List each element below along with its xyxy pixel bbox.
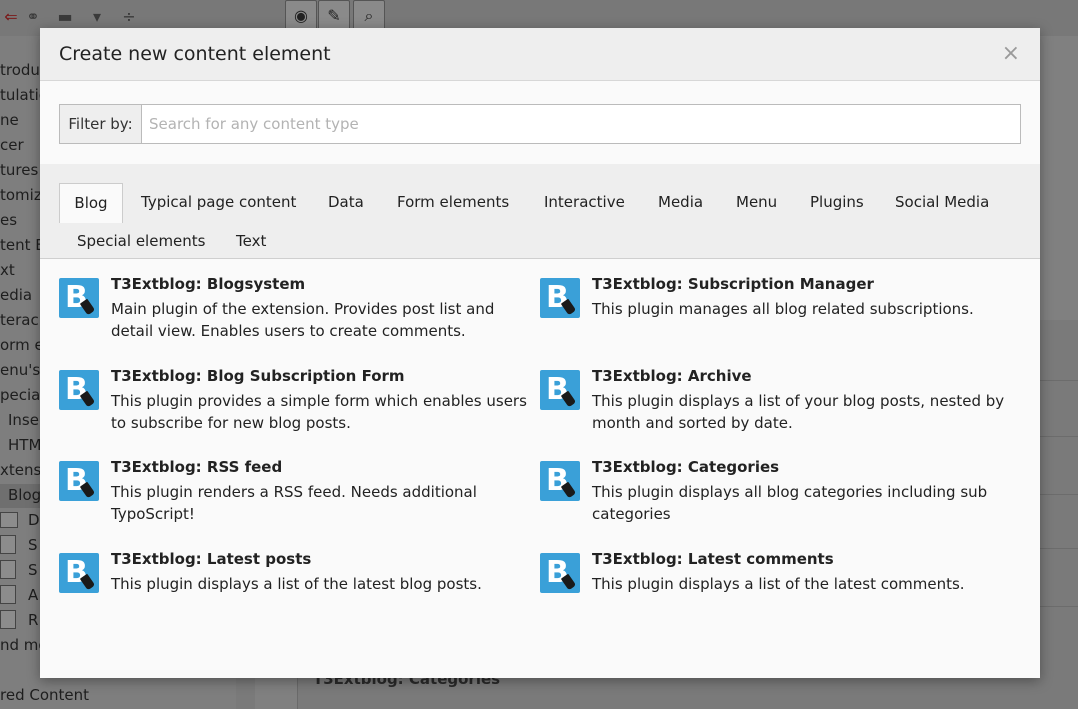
item-description: Main plugin of the extension. Provides p… bbox=[111, 300, 495, 340]
filter-label: Filter by: bbox=[59, 104, 141, 144]
tab-media[interactable]: Media bbox=[658, 183, 703, 222]
tree-row[interactable]: tomiz bbox=[0, 183, 42, 208]
page-icon bbox=[0, 585, 16, 604]
tree-row[interactable]: D bbox=[28, 508, 40, 533]
tab-interactive[interactable]: Interactive bbox=[544, 183, 625, 222]
tree-row[interactable]: cer bbox=[0, 133, 24, 158]
blog-plugin-icon: B bbox=[59, 278, 99, 318]
blog-plugin-icon: B bbox=[540, 278, 580, 318]
tree-row[interactable]: red Content bbox=[0, 683, 89, 708]
item-title[interactable]: T3Extblog: Subscription Manager bbox=[592, 275, 874, 293]
tree-row[interactable]: S bbox=[28, 533, 38, 558]
folder-icon[interactable]: ▬ bbox=[54, 6, 76, 28]
blog-plugin-icon: B bbox=[540, 461, 580, 501]
search-input[interactable] bbox=[141, 104, 1021, 144]
filter-area: Filter by: bbox=[40, 81, 1040, 164]
tree-row[interactable]: enu's bbox=[0, 358, 40, 383]
tree-row[interactable]: es bbox=[0, 208, 17, 233]
trash-icon[interactable]: ▾ bbox=[86, 6, 108, 28]
tab-bar: Blog Typical page content Data Form elem… bbox=[40, 164, 1040, 259]
item-title[interactable]: T3Extblog: RSS feed bbox=[111, 458, 282, 476]
tab-plugins[interactable]: Plugins bbox=[810, 183, 864, 222]
page-icon bbox=[0, 610, 16, 629]
new-content-element-modal: Create new content element × Filter by: … bbox=[40, 28, 1040, 678]
blog-plugin-icon: B bbox=[59, 553, 99, 593]
tree-row[interactable]: R bbox=[28, 608, 38, 633]
tab-blog[interactable]: Blog bbox=[59, 183, 123, 223]
item-description: This plugin manages all blog related sub… bbox=[592, 300, 974, 318]
blog-plugin-icon: B bbox=[59, 461, 99, 501]
modal-header: Create new content element × bbox=[40, 28, 1040, 81]
item-description: This plugin displays a list of the lates… bbox=[111, 575, 482, 593]
blog-plugin-icon: B bbox=[540, 370, 580, 410]
tab-typical-page-content[interactable]: Typical page content bbox=[141, 183, 296, 222]
item-title[interactable]: T3Extblog: Blog Subscription Form bbox=[111, 367, 405, 385]
tree-row[interactable]: edia bbox=[0, 283, 32, 308]
tree-row[interactable]: A bbox=[28, 583, 38, 608]
tab-social-media[interactable]: Social Media bbox=[895, 183, 989, 222]
item-title[interactable]: T3Extblog: Latest posts bbox=[111, 550, 311, 568]
tree-row[interactable]: S bbox=[28, 558, 38, 583]
blog-plugin-icon: B bbox=[540, 553, 580, 593]
tree-row[interactable]: orm e bbox=[0, 333, 44, 358]
filter-group: Filter by: bbox=[59, 104, 1021, 144]
item-title[interactable]: T3Extblog: Latest comments bbox=[592, 550, 834, 568]
item-title[interactable]: T3Extblog: Categories bbox=[592, 458, 779, 476]
content-element-list: B T3Extblog: Blogsystem Main plugin of t… bbox=[40, 259, 1040, 677]
tree-row[interactable]: pecial bbox=[0, 383, 45, 408]
page-icon bbox=[0, 535, 16, 554]
tree-row[interactable]: tures bbox=[0, 158, 38, 183]
item-description: This plugin provides a simple form which… bbox=[111, 392, 527, 432]
tree-row[interactable]: tent E bbox=[0, 233, 45, 258]
tree-row[interactable]: Blog bbox=[8, 483, 41, 508]
tree-row[interactable]: terac bbox=[0, 308, 39, 333]
tree-row[interactable]: HTM bbox=[8, 433, 41, 458]
tab-special-elements[interactable]: Special elements bbox=[77, 222, 205, 261]
tab-data[interactable]: Data bbox=[328, 183, 364, 222]
tree-row[interactable]: ne bbox=[0, 108, 19, 133]
modal-title: Create new content element bbox=[59, 43, 331, 65]
tab-text[interactable]: Text bbox=[236, 222, 266, 261]
item-description: This plugin displays all blog categories… bbox=[592, 483, 988, 523]
tab-menu[interactable]: Menu bbox=[736, 183, 777, 222]
folder-icon bbox=[0, 512, 18, 528]
item-description: This plugin displays a list of your blog… bbox=[592, 392, 1005, 432]
close-icon[interactable]: × bbox=[1002, 42, 1020, 66]
link-icon[interactable]: ⚭ bbox=[22, 6, 44, 28]
tree-row[interactable]: xt bbox=[0, 258, 15, 283]
tree-row[interactable]: Inse bbox=[8, 408, 39, 433]
item-description: This plugin displays a list of the lates… bbox=[592, 575, 965, 593]
page-icon bbox=[0, 560, 16, 579]
item-description: This plugin renders a RSS feed. Needs ad… bbox=[111, 483, 477, 523]
blog-plugin-icon: B bbox=[59, 370, 99, 410]
item-title[interactable]: T3Extblog: Archive bbox=[592, 367, 752, 385]
tree-row[interactable]: xtensi bbox=[0, 458, 45, 483]
item-title[interactable]: T3Extblog: Blogsystem bbox=[111, 275, 305, 293]
tab-form-elements[interactable]: Form elements bbox=[397, 183, 509, 222]
divider-icon[interactable]: ÷ bbox=[118, 6, 140, 28]
back-icon[interactable]: ⇐ bbox=[0, 6, 22, 28]
